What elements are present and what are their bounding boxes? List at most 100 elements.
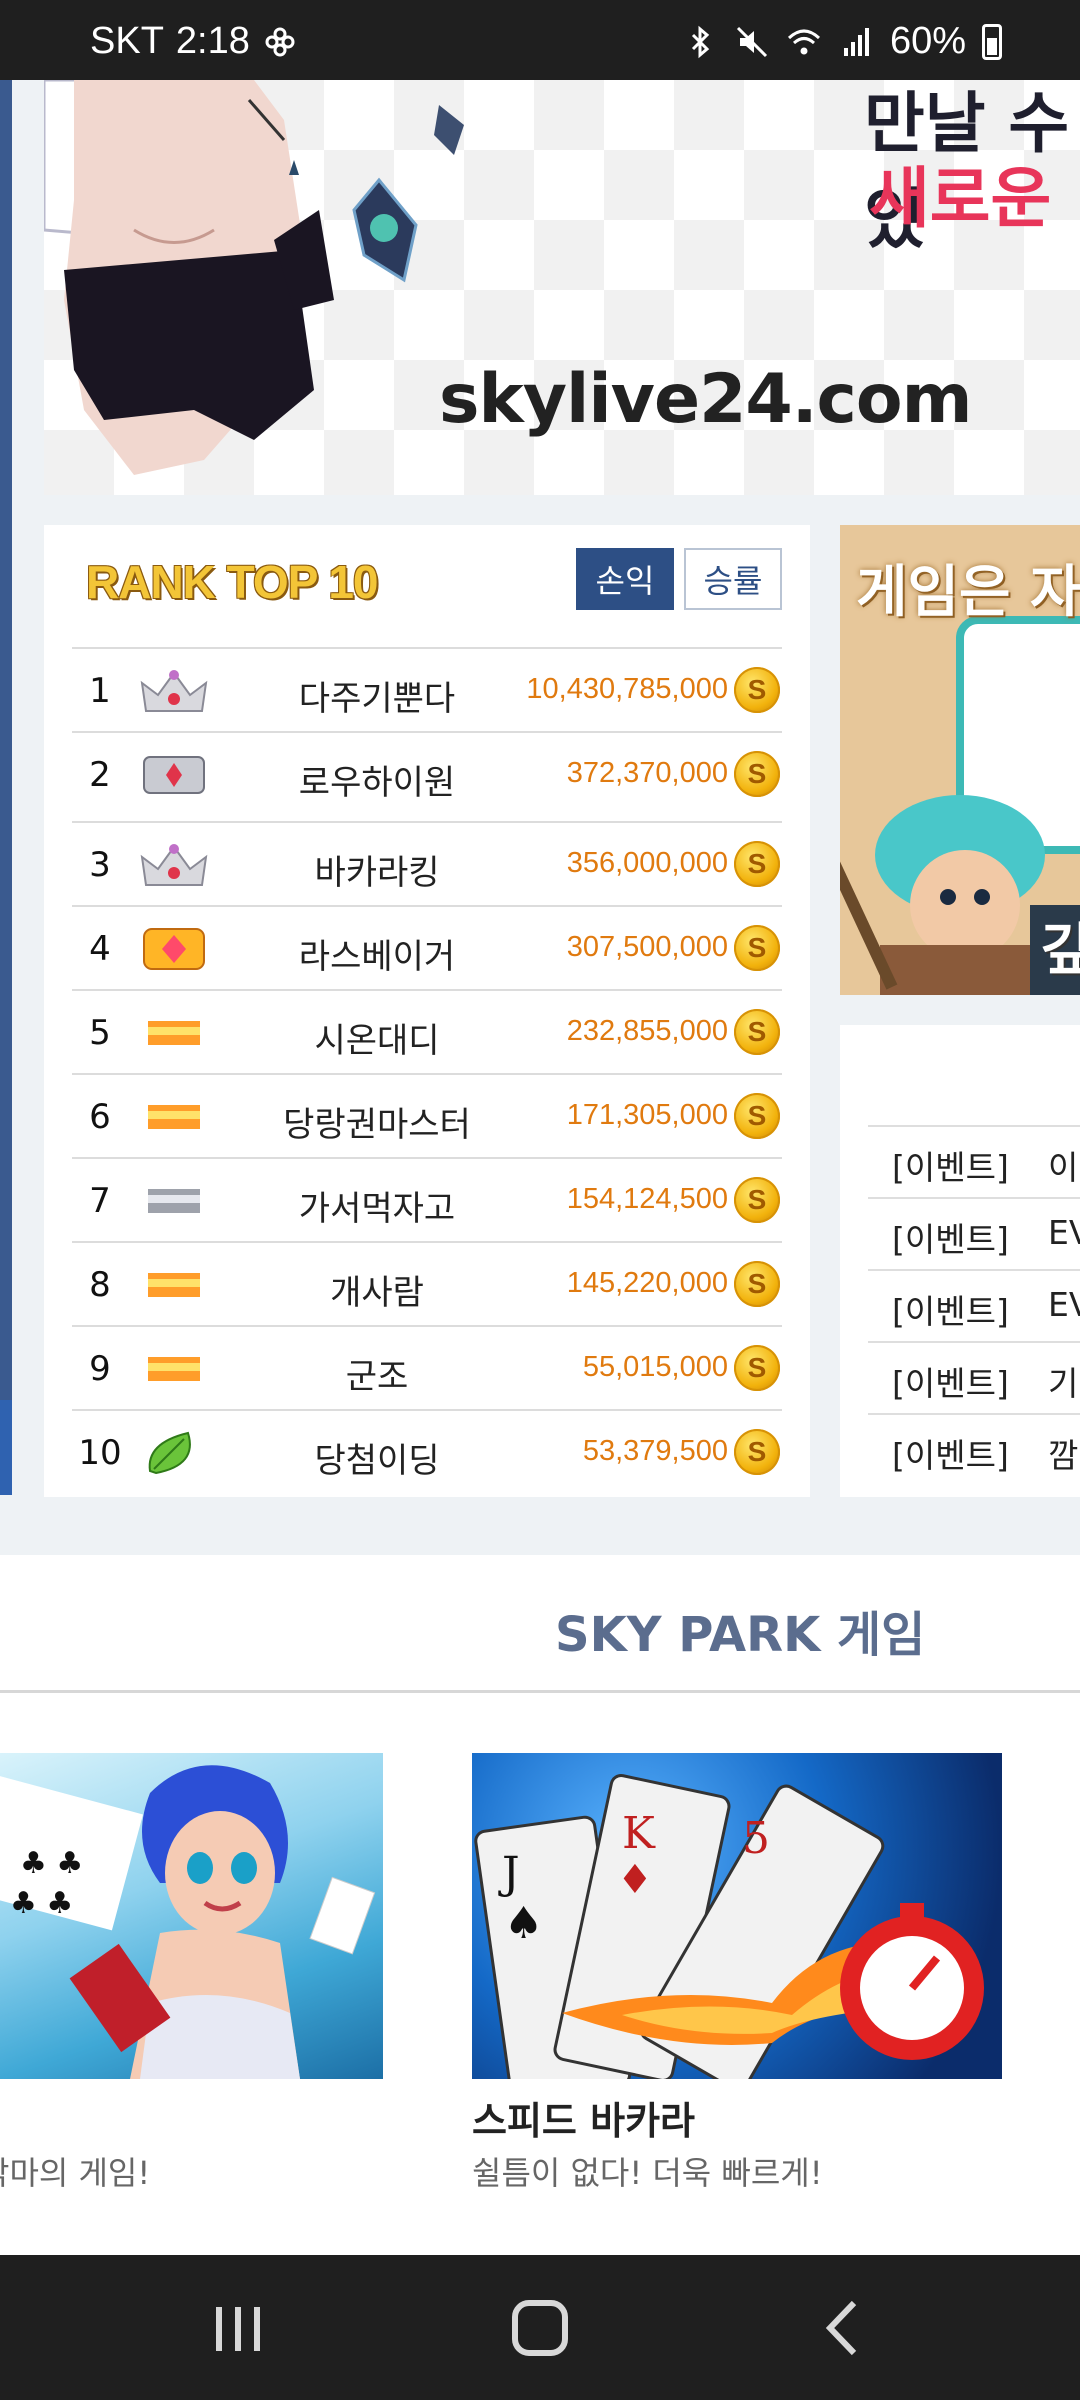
- rank-player-name: 다주기뿐다: [298, 679, 456, 719]
- event-title: 기: [1048, 1364, 1079, 1403]
- rank-amount: 307,500,000: [566, 931, 728, 963]
- event-tag: [이벤트]: [892, 1436, 1009, 1475]
- promo-headline: 게임은 자: [856, 560, 1080, 625]
- banner-subhead: 새로운: [869, 160, 1052, 237]
- rank-number: 10: [78, 1433, 122, 1473]
- rank-row[interactable]: 7 가서먹자고 154,124,500 S: [72, 1157, 782, 1241]
- back-icon[interactable]: [802, 2295, 882, 2361]
- svg-text:J: J: [498, 1848, 520, 1899]
- gold-bar-badge-icon: [136, 1257, 212, 1313]
- gold-bar-badge-icon: [136, 1341, 212, 1397]
- home-icon[interactable]: [500, 2295, 580, 2361]
- rank-row[interactable]: 8 개사람 145,220,000 S: [72, 1241, 782, 1325]
- sky-park-games-section: SKY PARK 게임 ♣ ♣ ♣ ♣ J ♠ K ♦ 5 스피드 바카라 마의…: [0, 1555, 1080, 2255]
- rank-row[interactable]: 6 당랑권마스터 171,305,000 S: [72, 1073, 782, 1157]
- event-title: EV: [1048, 1285, 1080, 1324]
- event-list-item[interactable]: [이벤트] 기: [868, 1341, 1080, 1413]
- rank-amount: 171,305,000: [566, 1099, 728, 1131]
- flower-notification-icon: [265, 27, 295, 56]
- event-tag: [이벤트]: [892, 1364, 1009, 1403]
- rank-number: 4: [89, 929, 111, 969]
- event-list-item[interactable]: [이벤트] EV: [868, 1197, 1080, 1269]
- game-name-2[interactable]: 스피드 바카라: [472, 2090, 695, 2145]
- status-bar: SKT 2:18 60%: [0, 0, 1080, 80]
- rank-title: RANK TOP 10: [86, 556, 379, 608]
- event-title: EV: [1048, 1213, 1080, 1252]
- coin-icon: S: [734, 667, 780, 713]
- event-list-item[interactable]: [이벤트] EV: [868, 1269, 1080, 1341]
- svg-text:♠: ♠: [504, 1898, 543, 1949]
- games-divider: [0, 1690, 1080, 1693]
- rank-player-name: 개사람: [330, 1273, 424, 1313]
- battery-percent: 60%: [889, 20, 966, 62]
- rank-amount: 55,015,000: [582, 1351, 728, 1383]
- event-tag: [이벤트]: [892, 1220, 1009, 1259]
- coin-icon: S: [734, 1261, 780, 1307]
- silver-bar-badge-icon: [136, 1173, 212, 1229]
- event-tag: [이벤트]: [892, 1148, 1009, 1187]
- game-desc-1: 악마의 게임!: [0, 2154, 151, 2192]
- recent-apps-icon[interactable]: [198, 2295, 278, 2361]
- devil-game-illustration: ♣ ♣ ♣ ♣: [0, 1765, 376, 2079]
- speed-baccarat-illustration: J ♠ K ♦ 5: [474, 1774, 984, 2079]
- skylive-banner[interactable]: 만날 수 있 새로운 skylive24.com: [44, 80, 1080, 495]
- coin-icon: S: [734, 1345, 780, 1391]
- rank-player-name: 로우하이원: [298, 763, 456, 803]
- game-card-image-2[interactable]: J ♠ K ♦ 5: [472, 1753, 1002, 2079]
- rank-number: 6: [89, 1097, 111, 1137]
- rank-player-name: 바카라킹: [314, 853, 440, 893]
- rank-player-name: 당랑권마스터: [283, 1105, 471, 1145]
- rank-amount: 10,430,785,000: [526, 673, 728, 705]
- rank-row[interactable]: 1 다주기뿐다 10,430,785,000 S: [72, 647, 782, 731]
- tab-winrate[interactable]: 승률: [684, 548, 782, 610]
- wifi-icon: [787, 29, 820, 54]
- rank-number: 5: [89, 1013, 111, 1053]
- rank-amount: 356,000,000: [566, 847, 728, 879]
- rank-row[interactable]: 10 당첨이딩 53,379,500 S: [72, 1409, 782, 1493]
- gold-emblem-badge-icon: [136, 921, 212, 977]
- rank-number: 7: [89, 1181, 111, 1221]
- rank-row[interactable]: 9 군조 55,015,000 S: [72, 1325, 782, 1409]
- rank-row[interactable]: 4 라스베이거 307,500,000 S: [72, 905, 782, 989]
- rank-number: 8: [89, 1265, 111, 1305]
- rank-row[interactable]: 5 시온대디 232,855,000 S: [72, 989, 782, 1073]
- games-section-title: SKY PARK 게임: [555, 1607, 926, 1663]
- promo-subtext: 깊: [1040, 918, 1080, 983]
- coin-icon: S: [734, 925, 780, 971]
- silver-emblem-badge-icon: [136, 747, 212, 803]
- rank-amount: 145,220,000: [566, 1267, 728, 1299]
- svg-text:♣ ♣: ♣ ♣: [20, 1846, 83, 1881]
- promo-banner[interactable]: 게임은 자 깊: [840, 525, 1080, 995]
- rank-amount: 232,855,000: [566, 1015, 728, 1047]
- game-card-image-1[interactable]: ♣ ♣ ♣ ♣: [0, 1753, 383, 2079]
- coin-icon: S: [734, 1093, 780, 1139]
- event-list-item[interactable]: [이벤트] 이: [868, 1125, 1080, 1197]
- signal-icon: [843, 27, 869, 56]
- rank-player-name: 라스베이거: [298, 937, 456, 977]
- rank-amount: 372,370,000: [566, 757, 728, 789]
- svg-text:♦: ♦: [617, 1857, 653, 1903]
- event-title: 깜: [1048, 1436, 1079, 1475]
- rank-number: 2: [89, 755, 111, 795]
- rank-row[interactable]: 3 바카라킹 356,000,000 S: [72, 821, 782, 905]
- battery-icon: [982, 23, 1002, 60]
- rank-number: 9: [89, 1349, 111, 1389]
- mute-icon: [736, 26, 767, 57]
- leaf-badge-icon: [136, 1425, 212, 1481]
- system-navigation-bar: [0, 2255, 1080, 2400]
- event-list-item[interactable]: [이벤트] 깜: [868, 1413, 1080, 1485]
- game-desc-2: 쉴틈이 없다! 더욱 빠르게!: [472, 2154, 823, 2192]
- gold-bar-badge-icon: [136, 1089, 212, 1145]
- event-title: 이: [1048, 1148, 1079, 1187]
- crown-badge-icon: [136, 837, 212, 893]
- left-edge-strip: [0, 80, 12, 1495]
- crown-badge-icon: [136, 663, 212, 719]
- rank-number: 3: [89, 845, 111, 885]
- rank-player-name: 시온대디: [314, 1021, 440, 1061]
- svg-text:♣ ♣: ♣ ♣: [10, 1886, 73, 1921]
- event-tag: [이벤트]: [892, 1292, 1009, 1331]
- tab-profit[interactable]: 손익: [576, 548, 674, 610]
- coin-icon: S: [734, 1009, 780, 1055]
- svg-text:5: 5: [742, 1813, 770, 1864]
- rank-row[interactable]: 2 로우하이원 372,370,000 S: [72, 731, 782, 821]
